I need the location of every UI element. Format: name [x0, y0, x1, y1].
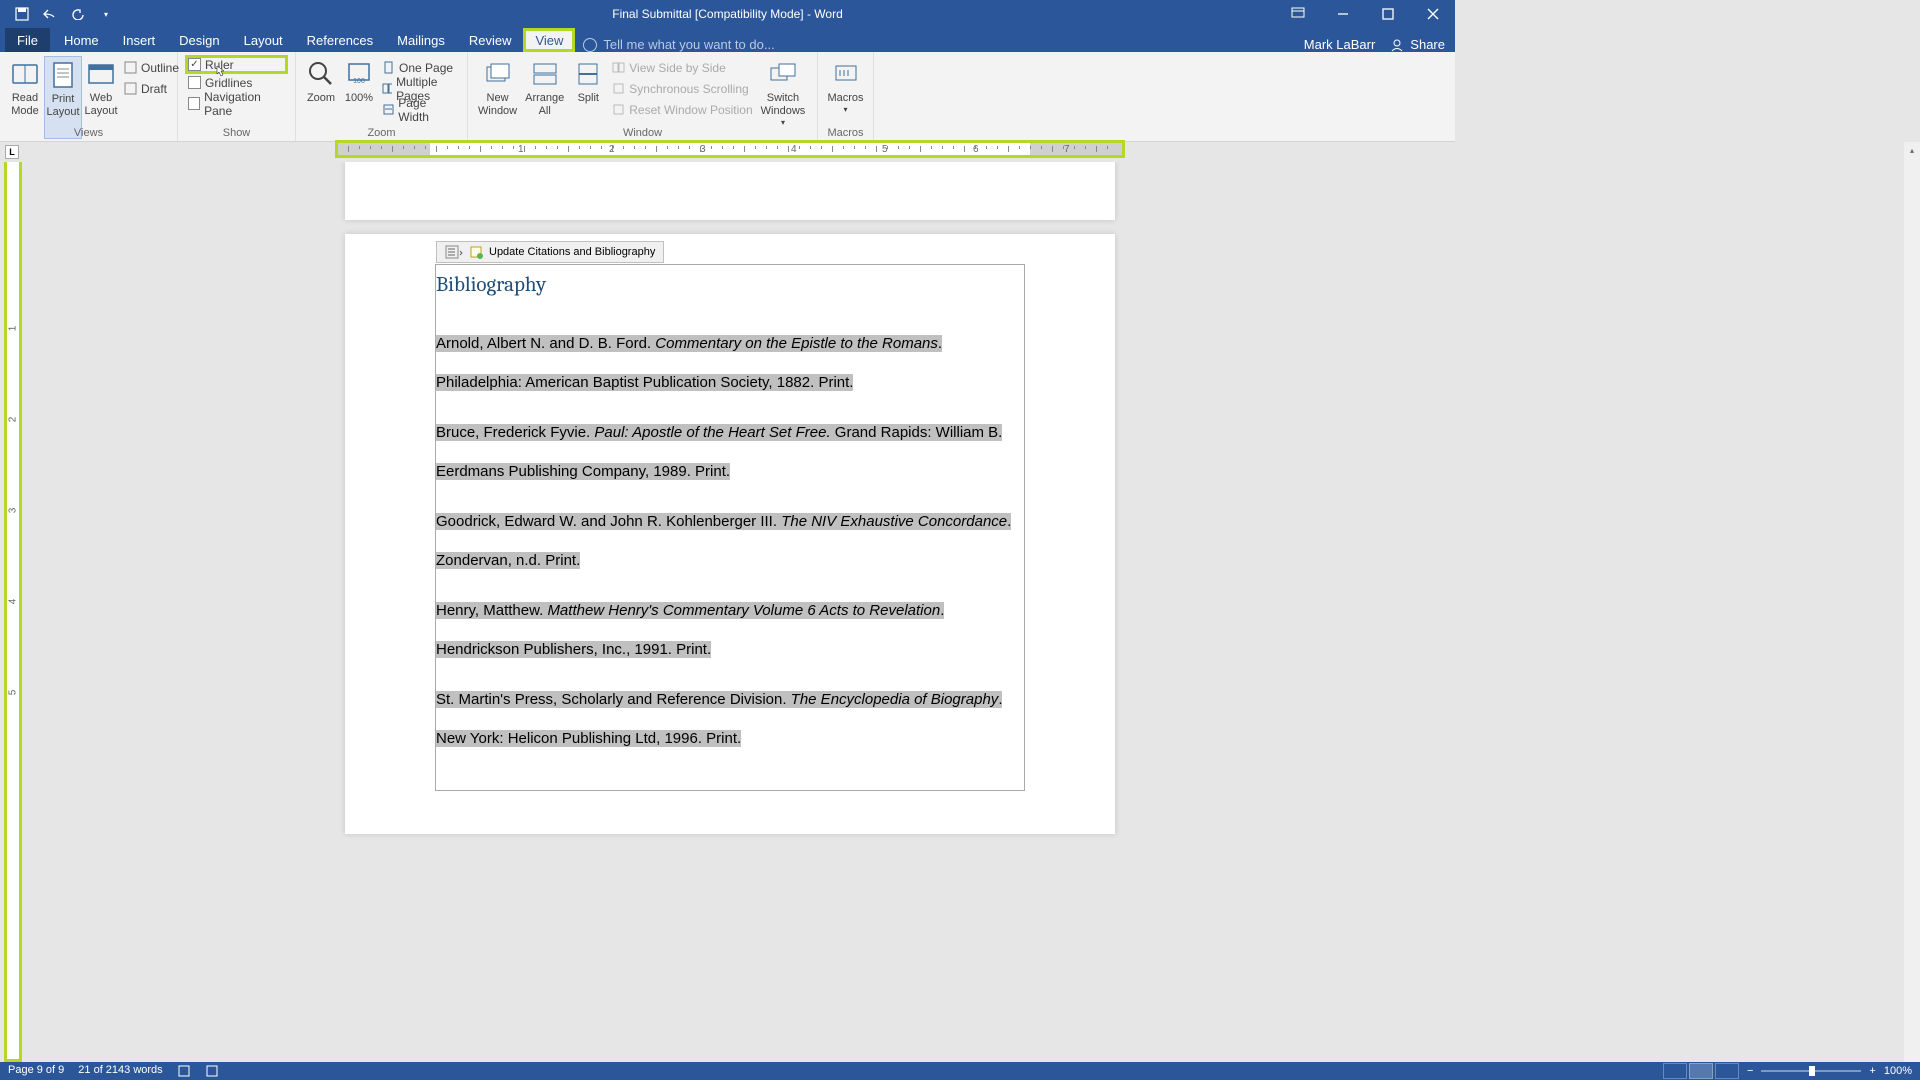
views-group-label: Views [0, 127, 177, 139]
bibliography-entry[interactable]: Arnold, Albert N. and D. B. Ford. Commen… [436, 325, 1024, 402]
tab-file[interactable]: File [5, 28, 50, 52]
macro-rec-icon[interactable] [205, 1064, 219, 1078]
cursor-icon [216, 65, 228, 77]
arrange-all-icon [529, 58, 561, 90]
qat-dropdown-icon[interactable]: ▾ [98, 6, 114, 22]
document-area: 12345 Update Citations and Bibliography … [0, 162, 1920, 1062]
tab-design[interactable]: Design [167, 28, 231, 52]
ruler-number: 4 [791, 144, 797, 155]
ruler-checkbox[interactable]: Ruler [185, 55, 288, 74]
one-page-icon [382, 61, 395, 74]
side-by-side-button: View Side by Side [612, 58, 752, 77]
document-title: Final Submittal [Compatibility Mode] - W… [612, 7, 843, 21]
web-layout-icon [85, 58, 117, 90]
tab-layout[interactable]: Layout [232, 28, 295, 52]
horizontal-ruler[interactable]: 1234567 [335, 140, 1125, 158]
page-width-icon [382, 103, 394, 116]
bibliography-entry[interactable]: Bruce, Frederick Fyvie. Paul: Apostle of… [436, 414, 1024, 491]
update-icon [469, 245, 483, 259]
maximize-icon[interactable] [1365, 0, 1410, 28]
print-layout-icon [47, 59, 79, 91]
vertical-scrollbar[interactable]: ▴ [1904, 142, 1920, 1062]
side-by-side-icon [612, 61, 625, 74]
svg-text:100: 100 [353, 78, 365, 85]
tab-references[interactable]: References [295, 28, 385, 52]
tab-mailings[interactable]: Mailings [385, 28, 457, 52]
nav-pane-checkbox[interactable]: Navigation Pane [188, 94, 285, 113]
user-name[interactable]: Mark LaBarr [1304, 37, 1376, 52]
title-bar: ▾ Final Submittal [Compatibility Mode] -… [0, 0, 1455, 28]
tab-review[interactable]: Review [457, 28, 524, 52]
chevron-down-icon: ▾ [781, 118, 785, 127]
show-group-label: Show [178, 127, 295, 139]
status-bar: Page 9 of 9 21 of 2143 words − + 100% [0, 1062, 1920, 1080]
tab-selector[interactable]: L [5, 145, 19, 159]
ruler-number: 7 [1064, 144, 1070, 155]
macros-group-label: Macros [818, 127, 873, 139]
outline-button[interactable]: Outline [124, 58, 179, 77]
sync-scroll-icon [612, 82, 625, 95]
tell-me-search[interactable]: Tell me what you want to do... [583, 37, 774, 52]
tab-insert[interactable]: Insert [111, 28, 168, 52]
checkbox-icon [188, 58, 201, 71]
share-icon [1390, 38, 1404, 52]
word-counter[interactable]: 21 of 2143 words [78, 1064, 162, 1078]
spellcheck-icon[interactable] [177, 1064, 191, 1078]
zoom-icon [305, 58, 337, 90]
read-mode-icon [9, 58, 41, 90]
ribbon-options-icon[interactable] [1275, 0, 1320, 28]
page-counter[interactable]: Page 9 of 9 [8, 1064, 64, 1078]
zoom-out-icon[interactable]: − [1747, 1065, 1753, 1077]
reset-pos-icon [612, 103, 625, 116]
checkbox-icon [188, 97, 200, 110]
zoom-level[interactable]: 100% [1884, 1065, 1912, 1077]
multiple-pages-icon [382, 82, 392, 95]
new-window-icon [482, 58, 514, 90]
ribbon-tabs: File Home Insert Design Layout Reference… [0, 28, 1455, 52]
minimize-icon[interactable] [1320, 0, 1365, 28]
chevron-down-icon: ▾ [843, 105, 847, 114]
redo-icon[interactable] [70, 6, 86, 22]
close-icon[interactable] [1410, 0, 1455, 28]
bibliography-entry[interactable]: Goodrick, Edward W. and John R. Kohlenbe… [436, 503, 1024, 580]
draft-button[interactable]: Draft [124, 79, 179, 98]
tab-view[interactable]: View [523, 28, 575, 52]
lightbulb-icon [583, 38, 597, 52]
web-layout-view-icon[interactable] [1715, 1063, 1739, 1079]
window-group-label: Window [468, 127, 817, 139]
ruler-number: 1 [518, 144, 524, 155]
outline-icon [124, 61, 137, 74]
zoom-group-label: Zoom [296, 127, 467, 139]
bibliography-entry[interactable]: Henry, Matthew. Matthew Henry's Commenta… [436, 592, 1024, 669]
page-previous [345, 162, 1115, 220]
save-icon[interactable] [14, 6, 30, 22]
undo-icon[interactable] [42, 6, 58, 22]
ribbon: Read Mode Print Layout Web Layout Outlin… [0, 52, 1455, 142]
print-layout-view-icon[interactable] [1689, 1063, 1713, 1079]
read-mode-view-icon[interactable] [1663, 1063, 1687, 1079]
switch-windows-icon [767, 58, 799, 90]
share-button[interactable]: Share [1390, 37, 1445, 52]
page-width-button[interactable]: Page Width [382, 100, 457, 119]
draft-icon [124, 82, 137, 95]
bibliography-entry[interactable]: St. Martin's Press, Scholarly and Refere… [436, 681, 1024, 758]
macros-icon [830, 58, 862, 90]
sync-scroll-button: Synchronous Scrolling [612, 79, 752, 98]
tab-home[interactable]: Home [52, 28, 111, 52]
checkbox-icon [188, 76, 201, 89]
zoom-100-icon: 100 [343, 58, 375, 90]
scroll-up-icon[interactable]: ▴ [1904, 142, 1920, 158]
page-current[interactable]: Update Citations and Bibliography Biblio… [345, 234, 1115, 834]
zoom-slider[interactable] [1761, 1070, 1861, 1072]
split-icon [572, 58, 604, 90]
update-citations-bar[interactable]: Update Citations and Bibliography [436, 241, 664, 263]
reset-pos-button: Reset Window Position [612, 100, 752, 119]
bibliography-field[interactable]: Update Citations and Bibliography Biblio… [435, 264, 1025, 791]
zoom-in-icon[interactable]: + [1869, 1065, 1875, 1077]
vertical-ruler[interactable]: 12345 [4, 162, 22, 1062]
biblio-menu-icon[interactable] [445, 245, 463, 259]
bibliography-title: Bibliography [436, 273, 1024, 297]
